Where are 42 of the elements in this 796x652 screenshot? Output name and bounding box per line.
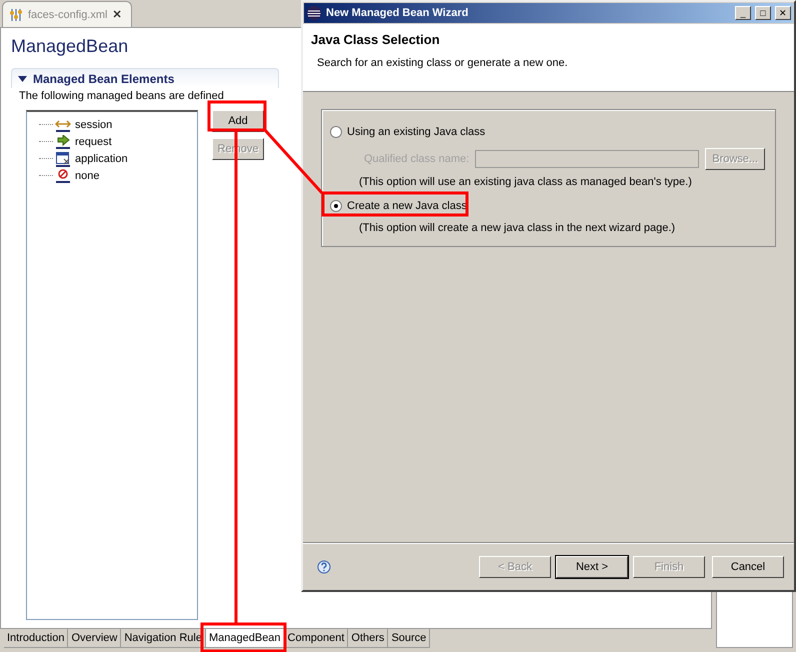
cancel-button[interactable]: Cancel xyxy=(712,556,784,578)
double-arrow-icon xyxy=(55,118,71,132)
page-title: ManagedBean xyxy=(11,36,128,58)
header-title: Java Class Selection xyxy=(311,32,441,47)
header-description: Search for an existing class or generate a new one. xyxy=(317,57,569,69)
option-note: (This option will use an existing java class as managed bean's type.) xyxy=(358,175,693,190)
radio-label[interactable]: Create a new Java class xyxy=(347,200,467,212)
page-tab[interactable]: Overview xyxy=(68,629,122,648)
help-icon[interactable] xyxy=(317,560,331,574)
no-entry-icon xyxy=(55,168,71,182)
minimize-button[interactable]: _ xyxy=(735,6,751,20)
option-note: (This option will create a new java class in the next wizard page.) xyxy=(358,221,676,236)
page-tab[interactable]: Navigation Rule xyxy=(121,629,206,648)
page-tab[interactable]: Others xyxy=(348,629,388,648)
page-tab[interactable]: Introduction xyxy=(4,629,68,648)
page-tab[interactable]: Source xyxy=(388,629,430,648)
editor-tab[interactable]: faces-config.xml ✕ xyxy=(2,1,132,27)
section-description: The following managed beans are defined xyxy=(18,90,225,102)
tree-item[interactable]: application xyxy=(75,152,128,164)
section-header[interactable]: Managed Bean Elements xyxy=(11,68,279,88)
arrow-icon xyxy=(55,134,71,148)
radio-button[interactable] xyxy=(330,126,342,138)
tree-item[interactable]: none xyxy=(75,170,100,182)
window-icon xyxy=(55,150,71,166)
dialog-title: New Managed Bean Wizard xyxy=(326,7,470,19)
radio-label[interactable]: Using an existing Java class xyxy=(347,126,486,138)
section-title: Managed Bean Elements xyxy=(33,72,174,86)
next-button[interactable]: Next > xyxy=(556,556,628,578)
page-tab[interactable]: ManagedBean xyxy=(206,629,285,648)
highlight-frame xyxy=(208,100,266,132)
leader-line xyxy=(262,128,324,194)
tree-item[interactable]: session xyxy=(75,118,112,130)
page-tab[interactable]: Component xyxy=(284,629,348,648)
close-button[interactable]: ✕ xyxy=(775,6,791,20)
eclipse-icon xyxy=(306,5,322,21)
file-name: faces-config.xml xyxy=(28,8,108,20)
config-icon xyxy=(9,8,23,22)
tree-item[interactable]: request xyxy=(75,136,112,148)
close-icon[interactable]: ✕ xyxy=(112,8,122,21)
maximize-button[interactable]: □ xyxy=(755,6,771,20)
radio-button[interactable] xyxy=(330,200,342,212)
collapse-triangle-icon[interactable] xyxy=(18,74,27,82)
